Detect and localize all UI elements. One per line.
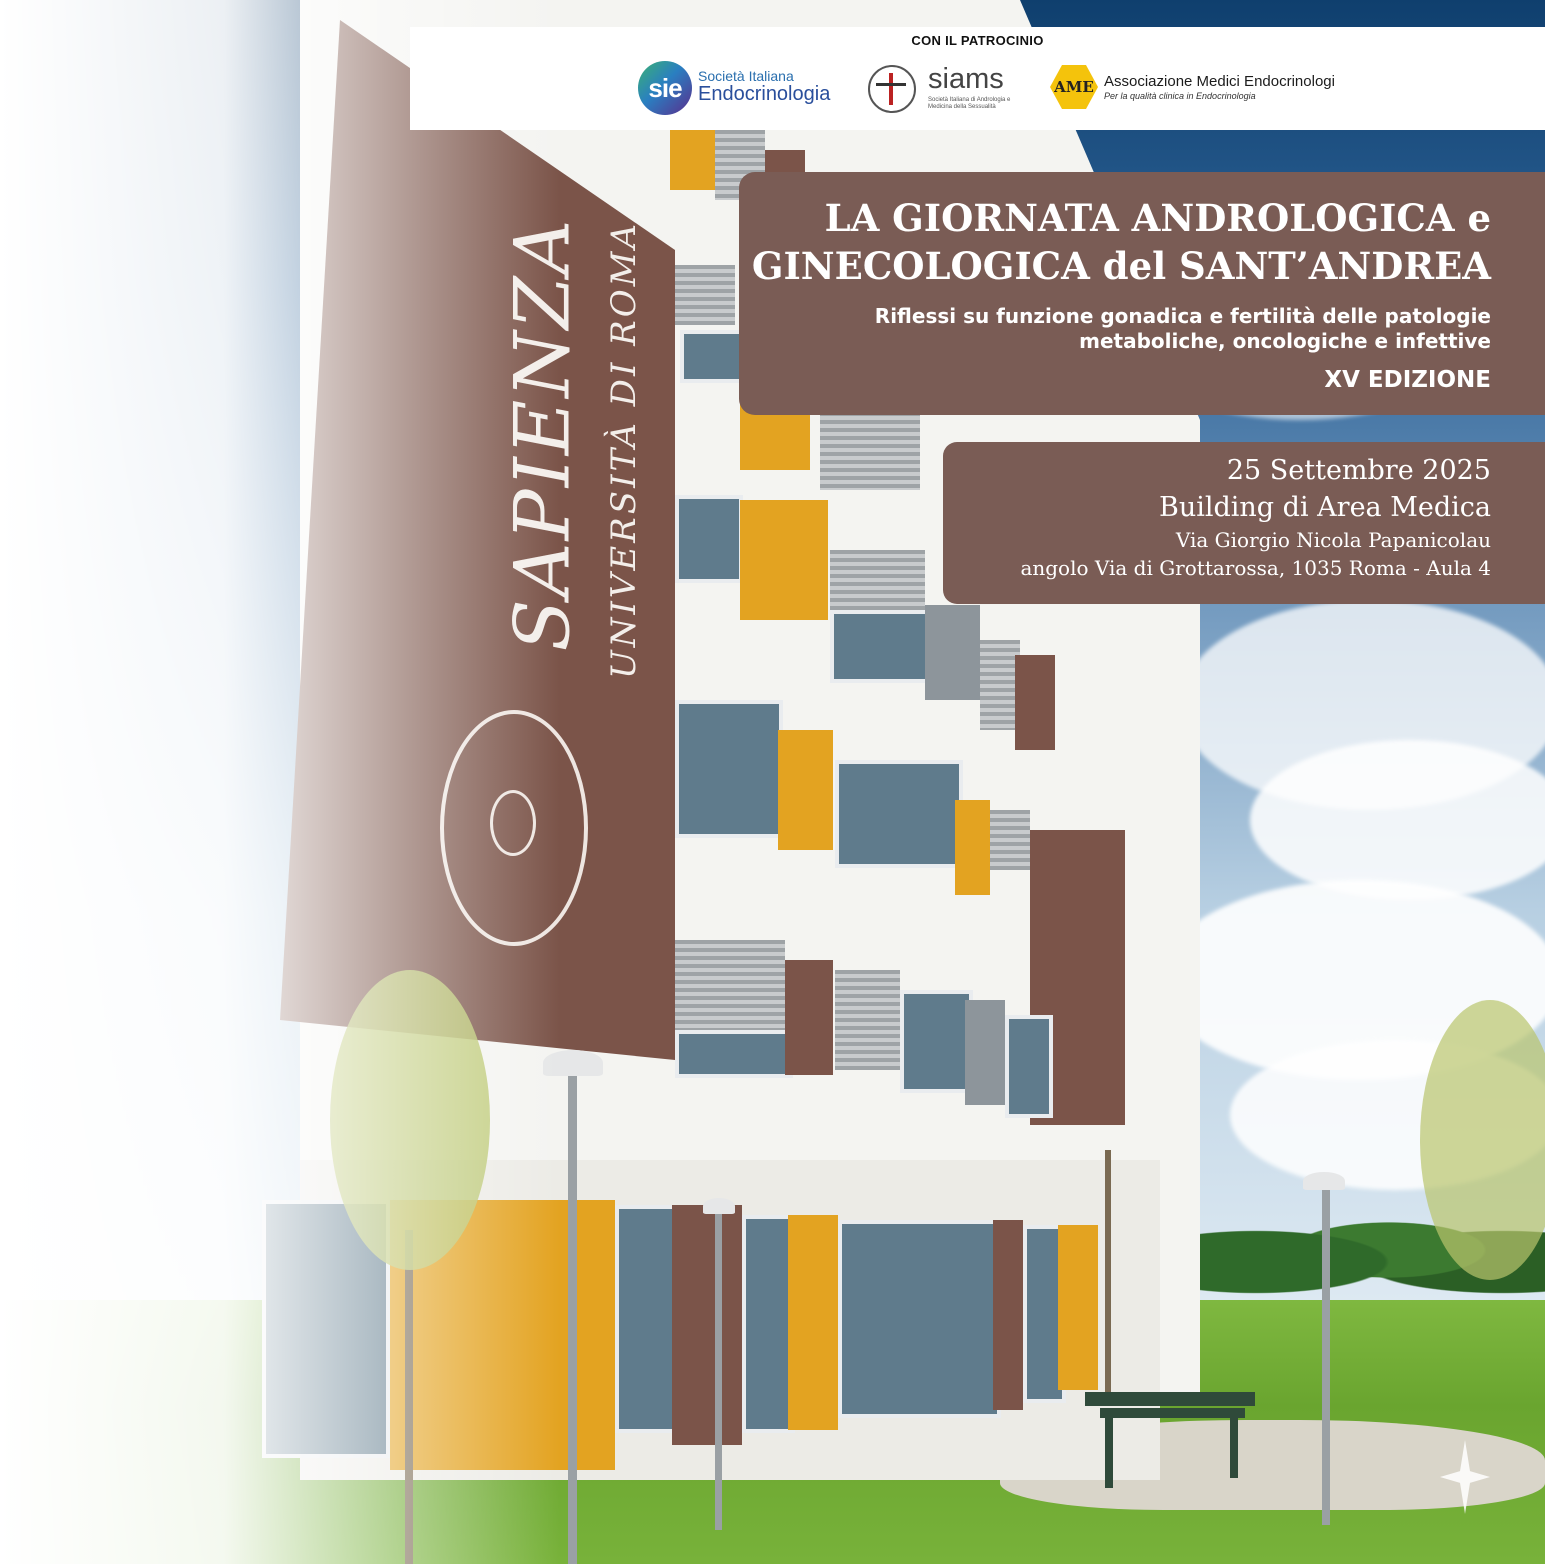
event-date: 25 Settembre 2025 <box>1226 455 1491 486</box>
sie-logo: sie Società Italiana Endocrinologia <box>638 61 853 117</box>
window-blind <box>835 970 900 1070</box>
window <box>675 495 743 583</box>
bench <box>1085 1392 1255 1406</box>
patronage-strip: CON IL PATROCINIO sie Società Italiana E… <box>410 27 1545 130</box>
window <box>900 990 973 1093</box>
event-subtitle-line2: metaboliche, oncologiche e infettive <box>1079 329 1491 353</box>
street-lamp <box>568 1070 577 1564</box>
window <box>838 1220 1001 1418</box>
bench-leg <box>1105 1418 1113 1488</box>
bench-leg <box>1230 1418 1238 1478</box>
window-blind <box>990 810 1030 870</box>
sie-name-line1: Società Italiana <box>698 68 794 84</box>
yellow-panel <box>955 800 990 895</box>
yellow-panel <box>1058 1225 1098 1390</box>
window <box>1005 1015 1053 1118</box>
window-blind <box>830 550 925 610</box>
window <box>675 1030 793 1078</box>
window-blind <box>980 640 1020 730</box>
sie-badge-icon: sie <box>638 61 692 115</box>
window <box>830 610 933 683</box>
grey-panel <box>965 1000 1005 1105</box>
ame-logo: AME Associazione Medici Endocrinologi Pe… <box>1050 61 1350 117</box>
brown-panel <box>993 1220 1023 1410</box>
vitruvian-figure-icon <box>868 65 916 113</box>
event-title-line1: LA GIORNATA ANDROLOGICA e <box>824 196 1491 240</box>
event-address-line2: angolo Via di Grottarossa, 1035 Roma - A… <box>1020 556 1491 580</box>
siams-subtitle: Società Italiana di Andrologia e Medicin… <box>928 97 1011 110</box>
brown-panel <box>785 960 833 1075</box>
yellow-panel <box>740 500 828 620</box>
brown-panel <box>1015 655 1055 750</box>
event-subtitle-line1: Riflessi su funzione gonadica e fertilit… <box>874 304 1491 328</box>
event-subtitle: Riflessi su funzione gonadica e fertilit… <box>739 304 1491 354</box>
event-venue: Building di Area Medica <box>1158 492 1491 523</box>
window <box>675 700 783 838</box>
window <box>680 330 743 383</box>
patronage-title: CON IL PATROCINIO <box>911 33 1044 48</box>
lamp-head <box>1303 1172 1345 1190</box>
yellow-panel <box>778 730 833 850</box>
ame-name: Associazione Medici Endocrinologi <box>1104 73 1335 90</box>
window <box>835 760 963 868</box>
brown-panel <box>672 1205 742 1445</box>
event-title-box: LA GIORNATA ANDROLOGICA e GINECOLOGICA d… <box>739 172 1545 415</box>
bench-seat <box>1100 1408 1245 1418</box>
event-title-line2: GINECOLOGICA del SANT’ANDREA <box>751 244 1491 288</box>
siams-name: siams <box>928 63 1004 95</box>
siams-logo: siams Società Italiana di Andrologia e M… <box>866 61 1026 117</box>
window <box>615 1205 678 1433</box>
lamp-head <box>703 1198 735 1214</box>
yellow-panel <box>670 130 715 190</box>
street-lamp <box>715 1210 722 1530</box>
ame-hexagon-icon: AME <box>1050 65 1098 109</box>
event-address-line1: Via Giorgio Nicola Papanicolau <box>1175 528 1491 552</box>
window-blind <box>675 265 735 325</box>
window-blind <box>675 940 785 1030</box>
ame-tagline: Per la qualità clinica in Endocrinologia <box>1104 91 1256 101</box>
event-info-box: 25 Settembre 2025 Building di Area Medic… <box>943 442 1545 604</box>
street-lamp <box>1322 1185 1330 1525</box>
sie-name-line2: Endocrinologia <box>698 83 831 105</box>
grey-panel <box>925 605 980 700</box>
left-white-fade <box>0 0 560 1564</box>
yellow-panel <box>788 1215 838 1430</box>
tree <box>1105 1150 1111 1400</box>
banner-sub-text: UNIVERSITÀ DI ROMA <box>604 220 645 680</box>
event-edition: XV EDIZIONE <box>1324 367 1491 393</box>
